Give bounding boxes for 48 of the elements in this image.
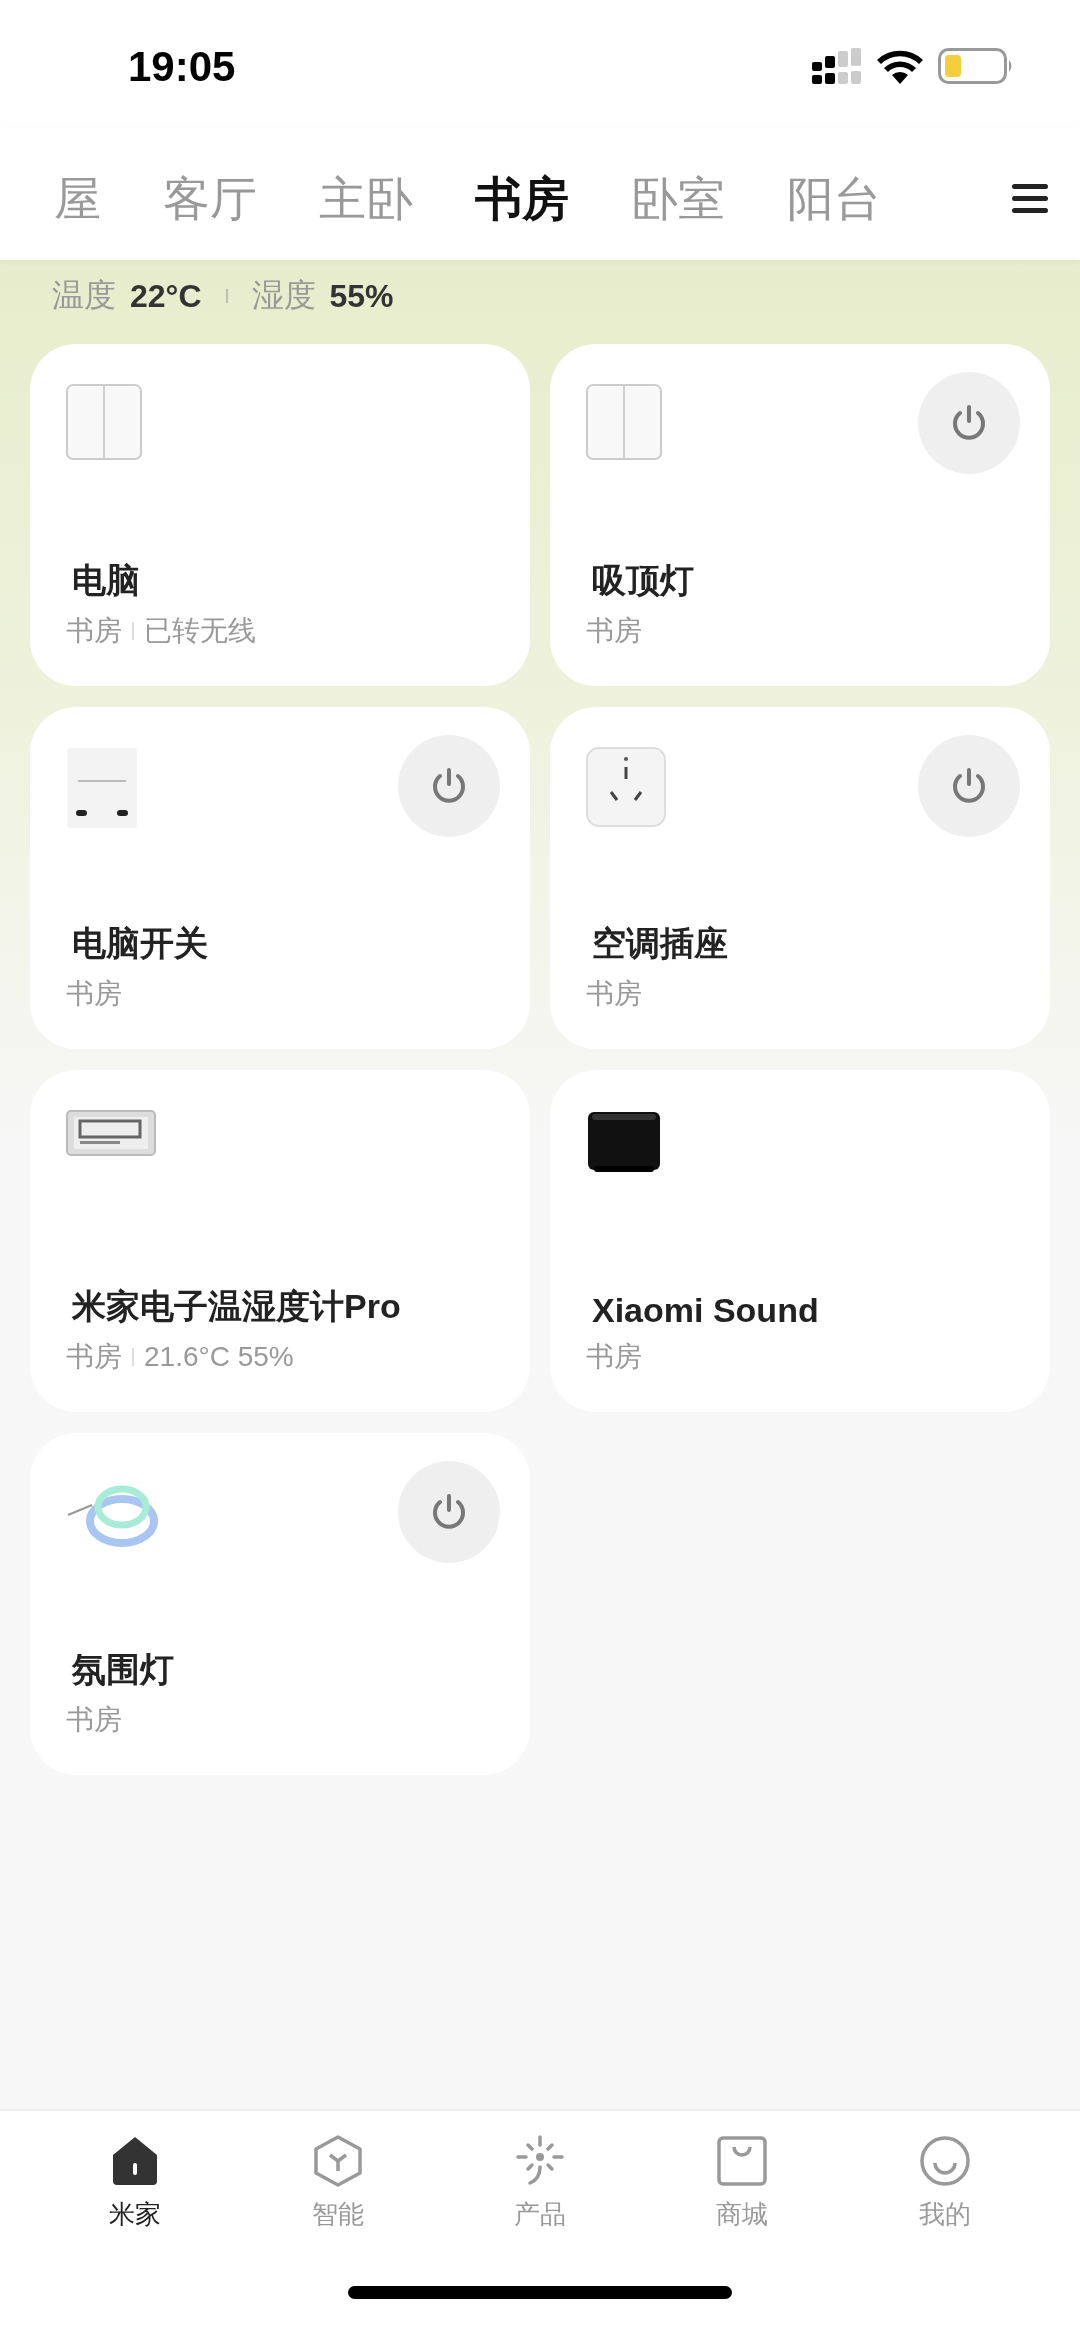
- status-time: 19:05: [128, 42, 237, 91]
- device-room: 书房: [586, 977, 642, 1011]
- wifi-icon: [876, 48, 924, 84]
- menu-icon[interactable]: [1010, 184, 1050, 214]
- smiley-icon: [918, 2135, 971, 2187]
- power-icon: [430, 767, 468, 805]
- battery-icon: [938, 48, 1014, 84]
- cube-icon: [311, 2135, 364, 2187]
- device-room: 书房: [66, 1703, 122, 1737]
- device-room: 书房: [586, 614, 642, 648]
- socket-icon: [586, 747, 666, 827]
- device-status: 21.6°C 55%: [144, 1341, 294, 1373]
- controller-icon: [66, 747, 138, 829]
- device-card[interactable]: 氛围灯 书房: [30, 1433, 530, 1775]
- wall-switch-icon: [586, 384, 662, 460]
- shopping-bag-icon: [716, 2135, 769, 2187]
- device-card[interactable]: 空调插座 书房: [550, 707, 1050, 1049]
- power-icon: [950, 404, 988, 442]
- device-card[interactable]: 米家电子温湿度计Pro 书房 21.6°C 55%: [30, 1070, 530, 1412]
- speaker-icon: [586, 1110, 662, 1174]
- signal-icon: [812, 48, 862, 84]
- device-room: 书房: [66, 1340, 122, 1374]
- hygrometer-icon: [66, 1110, 156, 1156]
- power-icon: [950, 767, 988, 805]
- device-card[interactable]: Xiaomi Sound 书房: [550, 1070, 1050, 1412]
- device-card[interactable]: 电脑 书房 已转无线: [30, 344, 530, 686]
- climate-label: 温度: [52, 276, 116, 315]
- device-room: 书房: [66, 614, 122, 648]
- climate-label: 湿度: [251, 276, 316, 315]
- device-card[interactable]: 电脑开关 书房: [30, 707, 530, 1049]
- device-name: 空调插座: [591, 923, 729, 964]
- device-name: 电脑开关: [71, 923, 209, 964]
- device-room: 书房: [586, 1340, 642, 1374]
- climate-value: 55%: [329, 277, 394, 315]
- device-card[interactable]: 吸顶灯 书房: [550, 344, 1050, 686]
- room-tab[interactable]: 书房: [475, 167, 569, 231]
- wall-switch-icon: [66, 384, 142, 460]
- power-icon: [430, 1493, 468, 1531]
- device-status: 已转无线: [144, 614, 256, 648]
- device-name: 吸顶灯: [591, 560, 695, 601]
- sparkle-icon: [514, 2135, 566, 2187]
- device-name: 电脑: [71, 560, 141, 601]
- device-name: 氛围灯: [71, 1649, 175, 1690]
- nav-tab[interactable]: 米家: [34, 2135, 237, 2232]
- device-name: Xiaomi Sound: [591, 1291, 820, 1330]
- device-name: 米家电子温湿度计Pro: [71, 1286, 402, 1327]
- climate-value: 22°C: [130, 277, 202, 315]
- device-room: 书房: [66, 977, 122, 1011]
